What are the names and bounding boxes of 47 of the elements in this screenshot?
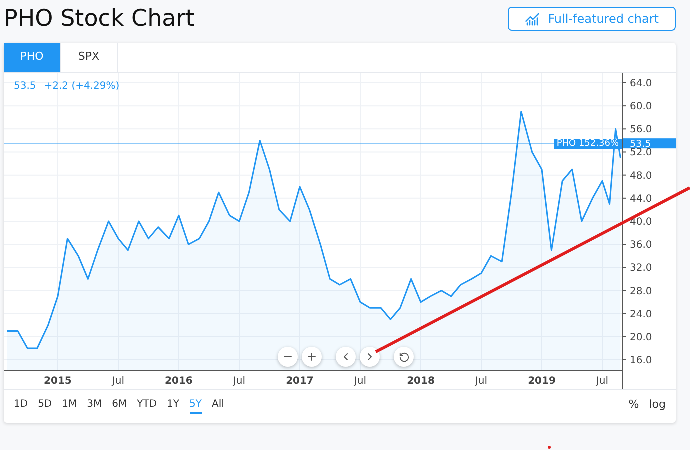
time-axis-label: 2017 — [286, 376, 314, 387]
price-badge — [623, 138, 676, 149]
time-axis-label: Jul — [475, 376, 488, 387]
range-button[interactable]: 1D — [14, 398, 28, 414]
reset-button[interactable] — [394, 347, 414, 367]
zoom-in-button[interactable] — [302, 347, 322, 367]
range-button[interactable]: 3M — [87, 398, 102, 414]
price-axis-label: 44.0 — [630, 194, 652, 205]
price-axis-label: 28.0 — [630, 286, 652, 298]
chart-icon — [525, 12, 540, 26]
plus-icon — [306, 351, 318, 363]
series-label: PHO 152.36% — [554, 138, 622, 149]
scale-option[interactable]: log — [649, 397, 666, 414]
price-axis-label: 24.0 — [630, 309, 652, 320]
scroll-right-button[interactable] — [360, 347, 380, 367]
price-axis-label: 48.0 — [630, 170, 652, 182]
range-button[interactable]: 1Y — [167, 398, 180, 414]
reset-icon — [398, 352, 410, 362]
price-axis-label: 52.0 — [630, 148, 652, 159]
range-button[interactable]: 1M — [62, 398, 78, 414]
time-axis-label: Jul — [112, 376, 125, 387]
range-button[interactable]: 6M — [112, 398, 128, 414]
price-axis-label: 60.0 — [630, 102, 652, 113]
range-button[interactable]: YTD — [137, 398, 158, 414]
page-title: PHO Stock Chart — [4, 5, 195, 34]
price-axis-label: 16.0 — [630, 356, 652, 367]
time-axis-label: 2016 — [165, 376, 193, 387]
range-button[interactable]: 5D — [38, 398, 52, 414]
time-axis-label: Jul — [233, 376, 246, 387]
time-axis-label: 2018 — [407, 376, 435, 387]
scale-option[interactable]: % — [628, 397, 640, 414]
time-axis-label: 2015 — [44, 376, 72, 387]
price-axis-label: 32.0 — [630, 263, 652, 274]
dot-mark — [548, 446, 551, 449]
symbol-tab[interactable]: SPX — [61, 43, 118, 72]
time-axis-label: 2019 — [528, 376, 556, 387]
time-axis-label: Jul — [354, 376, 367, 387]
price-change: +2.2 (+4.29%) — [44, 80, 120, 94]
scroll-left-button[interactable] — [336, 347, 356, 367]
price-axis-label: 40.0 — [630, 217, 652, 228]
last-price: 53.5 — [14, 80, 36, 94]
price-axis-label: 56.0 — [630, 124, 652, 136]
time-axis-label: Jul — [596, 376, 609, 387]
range-button[interactable]: All — [212, 398, 224, 414]
price-axis-label: 20.0 — [630, 332, 652, 344]
price-axis-label: 64.0 — [630, 78, 652, 90]
price-axis-label: 36.0 — [630, 240, 652, 252]
